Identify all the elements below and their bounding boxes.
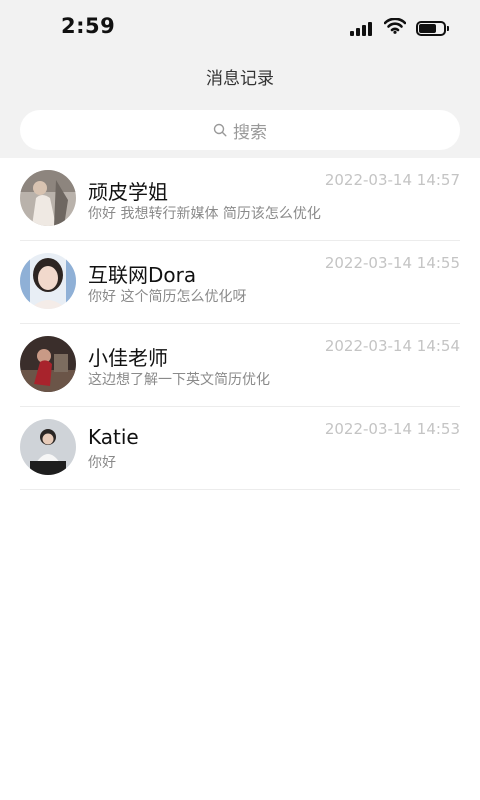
avatar — [20, 170, 76, 226]
contact-name: 顽皮学姐 — [88, 180, 168, 204]
message-time: 2022-03-14 14:54 — [324, 337, 460, 355]
contact-name: Katie — [88, 425, 139, 449]
status-time: 2:59 — [61, 14, 116, 38]
message-preview: 你好 — [88, 455, 116, 471]
status-icons — [350, 17, 449, 38]
message-preview: 你好 我想转行新媒体 简历该怎么优化 — [88, 206, 321, 222]
page-title: 消息记录 — [206, 69, 274, 89]
search-placeholder: 搜索 — [233, 122, 267, 143]
message-time: 2022-03-14 14:55 — [324, 254, 460, 272]
message-item[interactable]: 小佳老师 这边想了解一下英文简历优化 2022-03-14 14:54 — [20, 324, 460, 407]
message-item[interactable]: Katie 你好 2022-03-14 14:53 — [20, 407, 460, 490]
avatar — [20, 419, 76, 475]
message-time: 2022-03-14 14:57 — [324, 171, 460, 189]
signal-icon — [350, 20, 374, 36]
search-icon — [213, 123, 227, 137]
contact-name: 小佳老师 — [88, 346, 168, 370]
avatar — [20, 253, 76, 309]
message-preview: 你好 这个简历怎么优化呀 — [88, 289, 247, 305]
message-item[interactable]: 互联网Dora 你好 这个简历怎么优化呀 2022-03-14 14:55 — [20, 241, 460, 324]
message-item[interactable]: 顽皮学姐 你好 我想转行新媒体 简历该怎么优化 2022-03-14 14:57 — [20, 158, 460, 241]
avatar — [20, 336, 76, 392]
message-time: 2022-03-14 14:53 — [324, 420, 460, 438]
header: 2:59 消息记录 搜索 — [0, 0, 480, 158]
search-input[interactable]: 搜索 — [20, 110, 460, 150]
message-list: 顽皮学姐 你好 我想转行新媒体 简历该怎么优化 2022-03-14 14:57… — [0, 158, 480, 490]
wifi-icon — [383, 17, 407, 38]
message-preview: 这边想了解一下英文简历优化 — [88, 372, 270, 388]
battery-icon — [416, 20, 449, 36]
contact-name: 互联网Dora — [88, 263, 197, 287]
